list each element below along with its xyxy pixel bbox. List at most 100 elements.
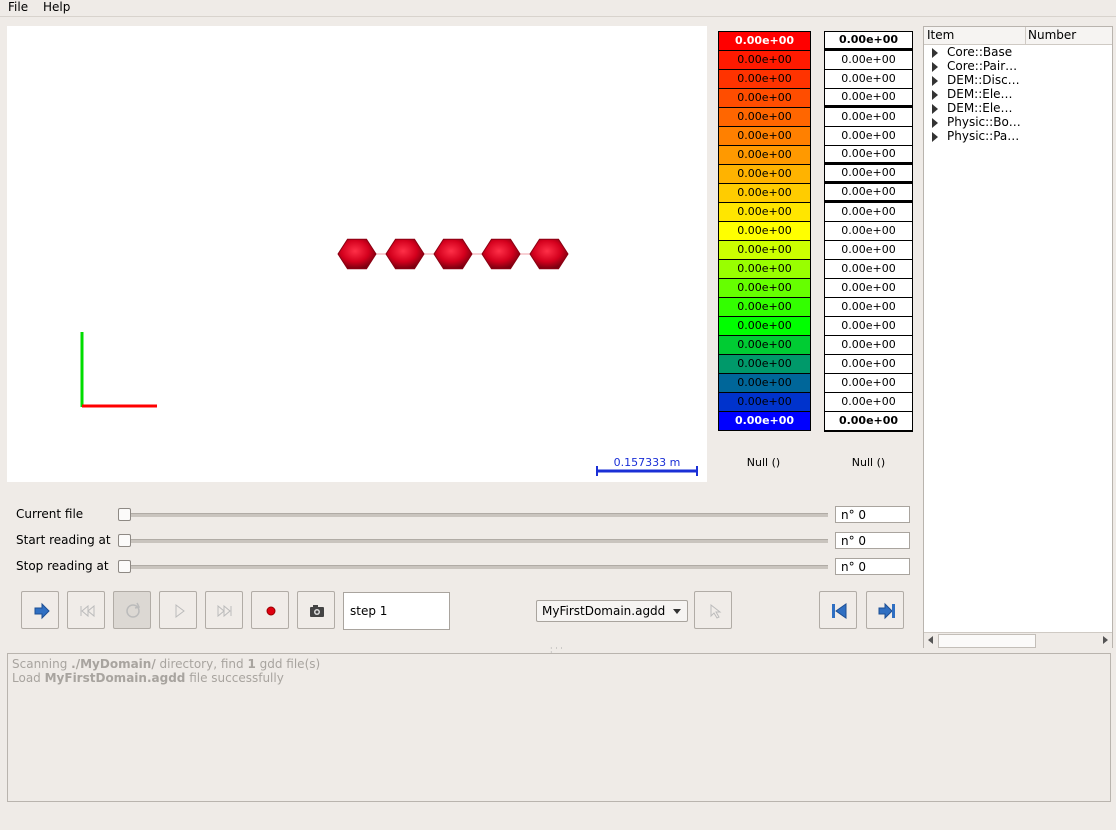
skip-to-start-icon [832,603,847,619]
current-file-slider[interactable] [123,513,828,517]
color-scale-right-cell: 0.00e+00 [825,146,912,165]
reload-button[interactable] [113,591,151,629]
color-scale-right-cell: 0.00e+00 [825,317,912,336]
color-scale-left-cell: 0.00e+00 [719,279,810,298]
item-tree[interactable]: Item Number Core::Base Core::Pair… DEM::Di… [923,26,1113,648]
menu-file[interactable]: File [4,0,32,15]
color-scale-right-cell: 0.00e+00 [825,355,912,374]
color-scale-right-cell: 0.00e+00 [825,32,912,51]
start-reading-slider[interactable] [123,539,828,543]
start-reading-slider-handle[interactable] [118,534,131,547]
expand-arrow-icon[interactable] [932,62,938,72]
skip-forward-icon [217,604,232,618]
tree-header: Item Number [924,27,1112,45]
stop-reading-spinbox[interactable]: n° 0 [835,558,910,575]
color-scale-right-cell: 0.00e+00 [825,298,912,317]
play-button[interactable] [159,591,197,629]
expand-arrow-icon[interactable] [932,118,938,128]
tree-item[interactable]: DEM::Ele… [924,87,1112,102]
expand-arrow-icon[interactable] [932,104,938,114]
tree-horizontal-scrollbar[interactable] [924,632,1112,648]
expand-arrow-icon[interactable] [932,132,938,142]
tree-item[interactable]: Physic::Bo… [924,115,1112,130]
tree-item[interactable]: Core::Pair… [924,59,1112,74]
color-scale-right-cell: 0.00e+00 [825,374,912,393]
expand-arrow-icon[interactable] [932,76,938,86]
color-scale-left-cell: 0.00e+00 [719,203,810,222]
scroll-left-icon[interactable] [928,636,933,644]
expand-arrow-icon[interactable] [932,48,938,58]
viewport-scene [80,238,698,476]
color-scale-left-cell: 0.00e+00 [719,412,810,430]
stop-reading-slider[interactable] [123,565,828,569]
particle [385,238,425,270]
viewport-3d[interactable]: 0.157333 m [7,26,707,482]
tree-column-number[interactable]: Number [1028,28,1076,42]
color-scale-left-cell: 0.00e+00 [719,108,810,127]
first-frame-button[interactable] [67,591,105,629]
color-scale-right-footer: Null () [851,456,886,469]
camera-icon [310,605,324,617]
color-scale-left: 0.00e+00 0.00e+00 0.00e+00 0.00e+00 0.00e+00… [718,31,811,431]
screenshot-button[interactable] [297,591,335,629]
record-button[interactable] [251,591,289,629]
tree-item[interactable]: DEM::Ele… [924,101,1112,116]
color-scale-left-cell: 0.00e+00 [719,336,810,355]
menubar-divider [0,16,1116,17]
menu-help[interactable]: Help [39,0,74,15]
color-scale-left-cell: 0.00e+00 [719,165,810,184]
color-scale-right-cell: 0.00e+00 [825,70,912,89]
color-scale-right-cell: 0.00e+00 [825,260,912,279]
color-scale-left-cell: 0.00e+00 [719,374,810,393]
step-input[interactable]: step 1 [343,592,450,630]
tree-item-label: Physic::Bo… [947,115,1021,129]
color-scale-left-cell: 0.00e+00 [719,355,810,374]
load-button[interactable] [21,591,59,629]
tree-item-label: DEM::Ele… [947,101,1013,115]
stop-reading-slider-handle[interactable] [118,560,131,573]
particle-chain [337,238,569,270]
color-scale-left-cell: 0.00e+00 [719,146,810,165]
color-scale-left-footer: Null () [746,456,781,469]
tree-item-label: Core::Base [947,45,1013,59]
color-scale-right-cell: 0.00e+00 [825,222,912,241]
tree-column-item[interactable]: Item [927,28,954,42]
last-frame-button[interactable] [205,591,243,629]
tree-item[interactable]: Physic::Pa… [924,129,1112,144]
previous-domain-button[interactable] [819,591,857,629]
domain-select[interactable]: MyFirstDomain.agdd [536,600,688,622]
color-scale-left-cell: 0.00e+00 [719,393,810,412]
color-scale-right: 0.00e+00 0.00e+00 0.00e+00 0.00e+00 0.00e+00… [824,31,913,432]
color-scale-right-cell: 0.00e+00 [825,412,912,431]
color-scale-left-cell: 0.00e+00 [719,127,810,146]
expand-arrow-icon[interactable] [932,90,938,100]
menubar: File Help [0,0,1116,16]
tree-item-label: DEM::Ele… [947,87,1013,101]
play-icon [175,604,185,618]
tree-item-label: Physic::Pa… [947,129,1020,143]
scroll-thumb[interactable] [938,634,1036,648]
record-icon [266,606,276,616]
domain-action-button[interactable] [694,591,732,629]
color-scale-left-cell: 0.00e+00 [719,222,810,241]
next-domain-button[interactable] [866,591,904,629]
skip-to-end-icon [878,602,895,620]
particle [337,238,377,270]
scroll-right-icon[interactable] [1103,636,1108,644]
current-file-spinbox[interactable]: n° 0 [835,506,910,523]
color-scale-left-cell: 0.00e+00 [719,89,810,108]
color-scale-right-cell: 0.00e+00 [825,108,912,127]
arrow-right-icon [34,602,50,620]
color-scale-right-cell: 0.00e+00 [825,165,912,184]
particle [433,238,473,270]
tree-item[interactable]: Core::Base [924,45,1112,60]
color-scale-left-cell: 0.00e+00 [719,184,810,203]
log-line-scan: Scanning ./MyDomain/ directory, find 1 g… [12,657,321,671]
current-file-slider-handle[interactable] [118,508,131,521]
tree-item[interactable]: DEM::Disc… [924,73,1112,88]
scale-bar-label: 0.157333 m [613,456,681,469]
log-splitter-handle[interactable]: · · · · [550,645,566,657]
start-reading-spinbox[interactable]: n° 0 [835,532,910,549]
color-scale-left-cell: 0.00e+00 [719,70,810,89]
color-scale-left-cell: 0.00e+00 [719,298,810,317]
